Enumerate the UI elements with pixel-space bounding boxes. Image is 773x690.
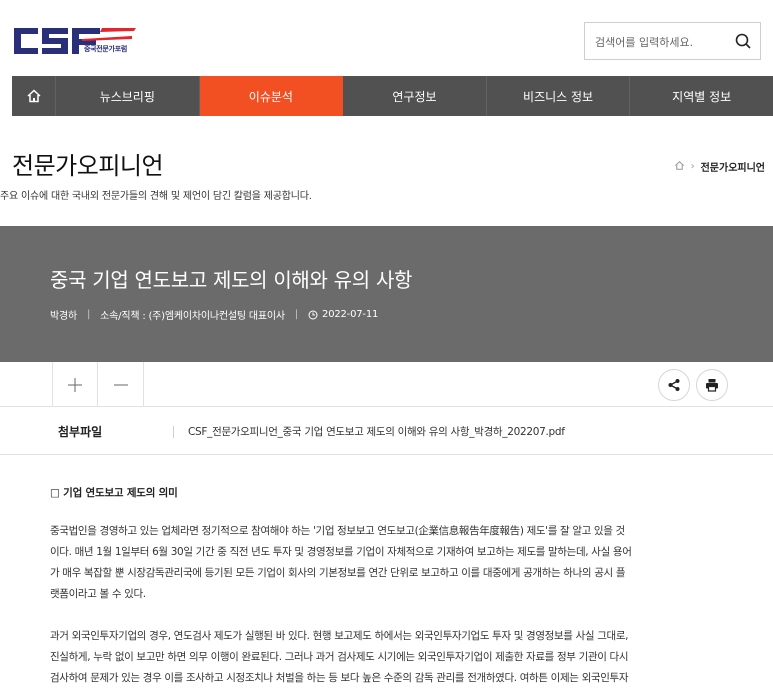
breadcrumb-current[interactable]: 전문가오피니언 bbox=[701, 159, 765, 174]
article-date: 2022-07-11 bbox=[322, 309, 379, 320]
meta-divider: | bbox=[294, 309, 299, 320]
print-button[interactable] bbox=[696, 369, 728, 401]
print-icon bbox=[706, 379, 718, 392]
article-meta: 박경하 | 소속/직책 : (주)엠케이차이나컨설팅 대표이사 | 2022-0… bbox=[50, 307, 378, 322]
home-icon bbox=[26, 89, 41, 103]
breadcrumb: › 전문가오피니언 bbox=[674, 159, 765, 174]
meta-divider: | bbox=[87, 309, 91, 320]
section-heading: □ 기업 연도보고 제도의 의미 bbox=[50, 487, 178, 499]
article-author: 박경하 bbox=[50, 311, 77, 322]
logo-subtitle: 중국전문가포럼 bbox=[84, 45, 127, 53]
search-icon[interactable] bbox=[734, 32, 752, 50]
paragraph-line: 검사하여 문제가 있는 경우 이를 조사하고 시정조치나 처벌을 하는 등 보다… bbox=[50, 672, 629, 684]
share-icon bbox=[668, 379, 680, 391]
paragraph-2: 과거 외국인투자기업의 경우, 연도검사 제도가 실행된 바 있다. 현행 보고… bbox=[50, 626, 740, 689]
nav-item-regional[interactable]: 지역별 정보 bbox=[630, 76, 773, 116]
chevron-right-icon: › bbox=[690, 161, 695, 172]
nav-home[interactable] bbox=[12, 76, 56, 116]
attachment-file-link[interactable]: CSF_전문가오피니언_중국 기업 연도보고 제도의 이해와 유의 사항_박경하… bbox=[188, 424, 565, 439]
nav-item-business[interactable]: 비즈니스 정보 bbox=[487, 76, 631, 116]
article-toolbar bbox=[0, 362, 773, 407]
main-nav: 뉴스브리핑 이슈분석 연구정보 비즈니스 정보 지역별 정보 bbox=[12, 76, 773, 116]
page-title: 전문가오피니언 bbox=[12, 152, 164, 180]
breadcrumb-home-icon[interactable] bbox=[674, 160, 685, 174]
zoom-out-button[interactable] bbox=[98, 362, 144, 407]
paragraph-line: 이다. 매년 1월 1일부터 6월 30일 기간 중 직전 년도 투자 및 경영… bbox=[50, 546, 632, 558]
article-affiliation: 소속/직책 : (주)엠케이차이나컨설팅 대표이사 bbox=[100, 311, 285, 322]
site-header: 중국전문가포럼 bbox=[0, 0, 773, 72]
nav-item-news-briefing[interactable]: 뉴스브리핑 bbox=[56, 76, 200, 116]
search-input[interactable] bbox=[595, 32, 725, 52]
nav-item-issue-analysis[interactable]: 이슈분석 bbox=[199, 76, 344, 116]
nav-item-research[interactable]: 연구정보 bbox=[343, 76, 487, 116]
share-button[interactable] bbox=[658, 369, 690, 401]
clock-icon bbox=[308, 310, 318, 320]
attachment-row: 첨부파일 CSF_전문가오피니언_중국 기업 연도보고 제도의 이해와 유의 사… bbox=[0, 407, 773, 455]
paragraph-1: 중국법인을 경영하고 있는 업체라면 정기적으로 참여해야 하는 '기업 정보보… bbox=[50, 521, 740, 605]
minus-icon bbox=[113, 384, 128, 385]
article-title: 중국 기업 연도보고 제도의 이해와 유의 사항 bbox=[50, 268, 413, 292]
search-box[interactable] bbox=[584, 22, 761, 60]
page-description: 주요 이슈에 대한 국내외 전문가들의 견해 및 제언이 담긴 칼럼을 제공합니… bbox=[0, 191, 312, 202]
attachment-divider bbox=[173, 426, 174, 438]
attachment-label: 첨부파일 bbox=[58, 425, 103, 439]
paragraph-line: 가 매우 복잡할 뿐 시장감독관리국에 등기된 모든 기업이 회사의 기본정보를… bbox=[50, 567, 626, 579]
plus-icon bbox=[68, 377, 82, 392]
paragraph-line: 과거 외국인투자기업의 경우, 연도검사 제도가 실행된 바 있다. 현행 보고… bbox=[50, 630, 629, 642]
article-banner: 중국 기업 연도보고 제도의 이해와 유의 사항 박경하 | 소속/직책 : (… bbox=[0, 226, 773, 362]
paragraph-line: 진실하게, 누락 없이 보고만 하면 의무 이행이 완료된다. 그러나 과거 검… bbox=[50, 651, 629, 663]
paragraph-line: 중국법인을 경영하고 있는 업체라면 정기적으로 참여해야 하는 '기업 정보보… bbox=[50, 525, 625, 537]
paragraph-line: 랫폼이라고 볼 수 있다. bbox=[50, 588, 146, 600]
zoom-in-button[interactable] bbox=[52, 362, 98, 407]
